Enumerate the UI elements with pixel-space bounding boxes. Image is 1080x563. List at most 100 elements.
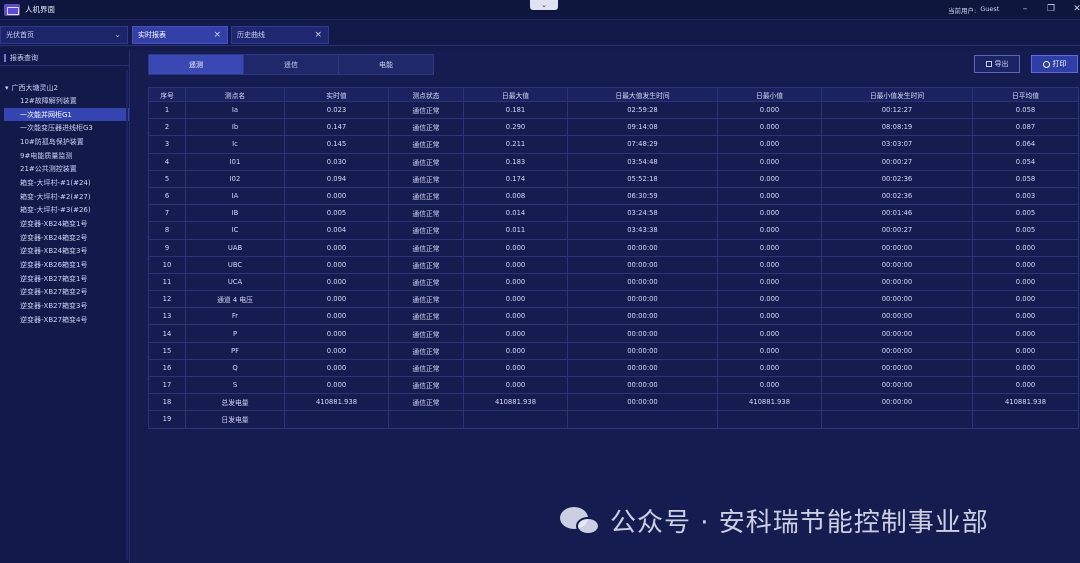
table-cell [717,410,822,429]
table-row[interactable]: 6 IA 0.000 通信正常 0.008 06:30:59 0.000 00:02:36 0.… [148,186,1079,206]
sidebar-scrollbar[interactable] [126,70,128,560]
table-row[interactable]: 1 Ia 0.023 通信正常 0.181 02:59:28 0.000 00:12:27 0.… [148,100,1079,120]
table-row[interactable]: 15 PF 0.000 通信正常 0.000 00:00:00 0.000 00:00:00 0… [148,341,1079,360]
column-header[interactable]: 序号 [148,87,186,102]
sidebar-tree-item[interactable]: 逆变器-XB26箱变1号 [0,258,129,272]
table-cell: 02:59:28 [567,100,718,120]
sidebar-tree-item[interactable]: 箱变-大坪村-#3(#26) [0,204,129,218]
table-cell: 0.011 [463,221,568,240]
sidebar-tree-item[interactable]: 箱变-大坪村-#1(#24) [0,176,129,190]
column-header[interactable]: 日最小值发生时间 [821,87,973,102]
table-cell: 0.000 [284,272,389,292]
table-cell: 00:00:00 [567,393,718,412]
table-cell: 通信正常 [388,358,464,378]
column-header[interactable]: 实时值 [284,87,389,102]
sidebar-tree-item[interactable]: 逆变器-XB27箱变1号 [0,272,129,286]
table-cell: 00:01:46 [821,204,973,223]
table-row[interactable]: 13 Fr 0.000 通信正常 0.000 00:00:00 0.000 00:00:00 0… [148,307,1079,326]
table-row[interactable]: 8 IC 0.004 通信正常 0.011 03:43:38 0.000 00:00:27 0.… [148,221,1079,240]
table-cell: 0.000 [717,186,822,206]
column-header[interactable]: 日平均值 [972,87,1079,102]
table-cell: 19 [148,410,186,429]
tree-root[interactable]: ▾ 广西大塘灵山2 [0,82,129,94]
sidebar-tree-item[interactable]: 逆变器-XB27箱变3号 [0,299,129,313]
table-cell: 7 [148,204,186,223]
table-row[interactable]: 5 I02 0.094 通信正常 0.174 05:52:18 0.000 00:02:36 0… [148,169,1079,188]
sidebar-tree-item[interactable]: 逆变器-XB24箱变2号 [0,231,129,245]
column-header[interactable]: 测点状态 [388,87,464,102]
tab-realtime-report[interactable]: 实时报表 × [132,26,228,44]
table-cell: 0.000 [284,238,389,257]
column-header[interactable]: 日最小值 [717,87,822,102]
table-cell: 16 [148,358,186,378]
table-cell: 0.181 [463,100,568,120]
table-cell: PF [185,341,285,360]
sidebar-tree-item[interactable]: 一次能变压器进线柜G3 [0,121,129,135]
table-cell: 0.000 [284,358,389,378]
current-user-name: Guest [980,5,1000,13]
table-row[interactable]: 17 S 0.000 通信正常 0.000 00:00:00 0.000 00:00:00 0.… [148,375,1079,395]
table-cell: 0.000 [972,324,1079,343]
table-cell: 0.004 [284,221,389,240]
table-cell: 通信正常 [388,375,464,395]
close-icon[interactable]: × [314,30,322,40]
print-button[interactable]: 打印 [1031,55,1078,73]
measurement-type-tabs: 遥测 遥信 电能 [148,54,434,75]
table-row[interactable]: 2 Ib 0.147 通信正常 0.290 09:14:08 0.000 08:08:19 0.… [148,118,1079,137]
segment-tab[interactable]: 电能 [339,55,433,74]
table-row[interactable]: 19 日发电量 [148,410,1079,429]
table-cell: 15 [148,341,186,360]
collapse-toggle-button[interactable]: ⌄ [530,0,558,10]
sidebar-tree-item[interactable]: 10#防孤岛保护装置 [0,135,129,149]
sidebar-tree-item[interactable]: 12#故障解列装置 [0,94,129,108]
table-cell: 410881.938 [717,393,822,412]
table-row[interactable]: 14 P 0.000 通信正常 0.000 00:00:00 0.000 00:00:00 0.… [148,324,1079,343]
table-row[interactable]: 11 UCA 0.000 通信正常 0.000 00:00:00 0.000 00:00:00… [148,272,1079,292]
table-cell: Ic [185,135,285,154]
sidebar-tree-item[interactable]: 箱变-大坪村-#2(#27) [0,190,129,204]
table-row[interactable]: 18 总发电量 410881.938 通信正常 410881.938 00:00:00 41… [148,393,1079,412]
table-cell: 0.005 [284,204,389,223]
maximize-icon[interactable]: ❐ [1044,2,1058,16]
sidebar-tree-item[interactable]: 逆变器-XB24箱变1号 [0,217,129,231]
table-cell: 0.000 [463,238,568,257]
table-cell: 08:08:19 [821,118,973,137]
sidebar-tree-item[interactable]: 21#公共测控装置 [0,162,129,176]
table-cell: 通信正常 [388,152,464,171]
table-cell: 通信正常 [388,290,464,309]
table-row[interactable]: 3 Ic 0.145 通信正常 0.211 07:48:29 0.000 03:03:07 0.… [148,135,1079,154]
table-row[interactable]: 7 IB 0.005 通信正常 0.014 03:24:58 0.000 00:01:46 0.… [148,204,1079,223]
print-button-label: 打印 [1052,60,1067,68]
table-row[interactable]: 4 I01 0.030 通信正常 0.183 03:54:48 0.000 00:00:27 0… [148,152,1079,171]
sidebar-tree-item[interactable]: 逆变器-XB24箱变3号 [0,245,129,259]
segment-tab[interactable]: 遥信 [244,55,339,74]
sidebar-tree-item[interactable]: 一次能并网柜G1 [4,107,129,122]
tab-history-curve[interactable]: 历史曲线 × [231,26,329,44]
table-row[interactable]: 10 UBC 0.000 通信正常 0.000 00:00:00 0.000 00:00:00… [148,255,1079,274]
column-header[interactable]: 日最大值发生时间 [567,87,718,102]
export-button[interactable]: 导出 [974,55,1020,73]
table-row[interactable]: 9 UAB 0.000 通信正常 0.000 00:00:00 0.000 00:00:00 0… [148,238,1079,257]
sidebar-tree-item[interactable]: 逆变器-XB27箱变4号 [0,313,129,327]
sidebar: 报表查询 ▾ 广西大塘灵山2 12#故障解列装置 一次能并网柜G1 一次能变压器进线… [0,50,130,563]
table-cell: 0.145 [284,135,389,154]
minimize-icon[interactable]: – [1018,2,1032,16]
title-bar: 人机界面 ⌄ 当前用户: Guest – ❐ ✕ [0,0,1080,20]
table-cell: 00:00:00 [567,255,718,274]
table-cell: 00:02:36 [821,169,973,188]
close-icon[interactable]: × [213,30,221,40]
table-cell: 14 [148,324,186,343]
close-icon[interactable]: ✕ [1070,2,1080,16]
table-row[interactable]: 12 通道 4 电压 0.000 通信正常 0.000 00:00:00 0.000 00:0… [148,290,1079,309]
sidebar-tree-item[interactable]: 逆变器-XB27箱变2号 [0,286,129,300]
table-row[interactable]: 16 Q 0.000 通信正常 0.000 00:00:00 0.000 00:00:00 0.… [148,358,1079,378]
table-cell: 总发电量 [185,393,285,412]
segment-tab[interactable]: 遥测 [149,55,244,74]
sidebar-tree-item[interactable]: 9#电能质量监测 [0,149,129,163]
column-header[interactable]: 日最大值 [463,87,568,102]
table-cell: 0.000 [972,341,1079,360]
column-header[interactable]: 测点名 [185,87,285,102]
table-cell: 0.000 [972,358,1079,378]
table-cell: 07:48:29 [567,135,718,154]
home-page-select[interactable]: 光伏首页 ⌄ [0,26,128,44]
